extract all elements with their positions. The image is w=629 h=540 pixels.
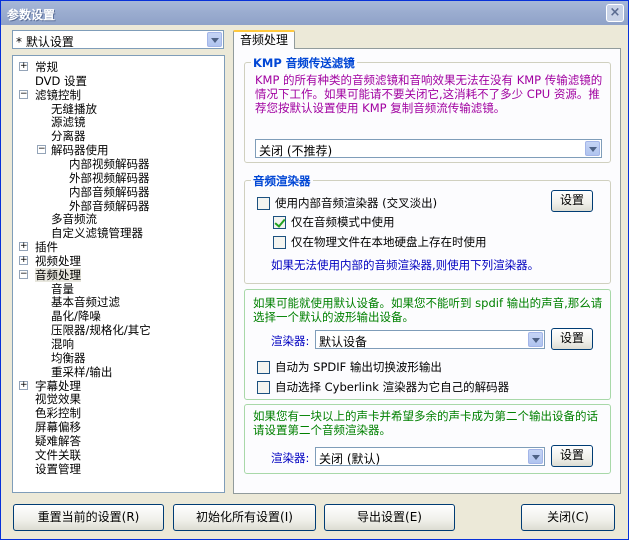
settings-tree[interactable]: + 常规 DVD 设置 − 滤镜控制 无缝播放 源滤镜 分离器 − 解码器使用 内部视频解码器 外部视…	[12, 55, 225, 493]
fallback-note: 如果无法使用内部的音频渲染器,则使用下列渲染器。	[271, 258, 540, 272]
tree-item-label: 字幕处理	[35, 378, 81, 393]
renderer-select-value: 默认设备	[319, 335, 368, 349]
renderer-label: 渲染器:	[271, 334, 310, 348]
tree-item-label: 内部视频解码器	[69, 156, 150, 171]
close-window-button[interactable]: ×	[606, 4, 624, 22]
kmp-filter-select[interactable]: 关闭 (不推荐)	[255, 139, 602, 158]
tree-item-label: 插件	[35, 240, 58, 255]
tree-item-label: 自定义滤镜管理器	[51, 226, 143, 241]
title-bar[interactable]: 参数设置 ×	[1, 1, 628, 25]
tree-item-label: 均衡器	[51, 350, 86, 365]
use-internal-renderer-checkbox[interactable]	[257, 197, 270, 210]
spdif-switch-checkbox[interactable]	[257, 361, 270, 374]
chevron-down-icon[interactable]	[528, 449, 543, 464]
tree-item-label: 设置管理	[35, 461, 81, 476]
init-all-button[interactable]: 初始化所有设置(I)	[173, 504, 316, 531]
tab-audio-processing[interactable]: 音频处理	[233, 30, 295, 49]
audio-renderer-group-title: 音频渲染器	[251, 173, 313, 189]
tree-item-label: 视频处理	[35, 253, 81, 268]
tree-item-label: 外部音频解码器	[69, 198, 150, 213]
kmp-filter-group-title: KMP 音频传送滤镜	[251, 55, 357, 71]
second-renderer-label: 渲染器:	[271, 451, 310, 465]
tree-item-label: 常规	[35, 60, 58, 74]
tree-item-label: 音频处理	[35, 267, 81, 282]
kmp-filter-group: KMP 音频传送滤镜 KMP 的所有种类的音频滤镜和音响效果无法在没有 KMP …	[244, 55, 611, 163]
audio-mode-only-label: 仅在音频模式中使用	[291, 215, 395, 229]
second-renderer-select[interactable]: 关闭 (默认)	[315, 447, 545, 466]
renderer-settings-button[interactable]: 设置	[551, 328, 593, 350]
cyberlink-auto-checkbox[interactable]	[257, 381, 270, 394]
settings-panel: KMP 音频传送滤镜 KMP 的所有种类的音频滤镜和音响效果无法在没有 KMP …	[233, 48, 621, 494]
expand-icon[interactable]: +	[19, 255, 28, 265]
second-renderer-select-value: 关闭 (默认)	[319, 452, 381, 466]
second-device-group: 如果您有一块以上的声卡并希望多余的声卡成为第二个输出设备的话请设置第二个音频渲染…	[244, 404, 611, 474]
spdif-switch-label: 自动为 SPDIF 输出切换波形输出	[275, 360, 442, 374]
use-internal-renderer-label: 使用内部音频渲染器 (交叉淡出)	[275, 196, 438, 210]
tree-item-label: 外部视频解码器	[69, 170, 150, 185]
export-settings-button[interactable]: 导出设置(E)	[324, 504, 455, 531]
cyberlink-auto-label: 自动选择 Cyberlink 渲染器为它自己的解码器	[275, 380, 510, 394]
reset-current-button[interactable]: 重置当前的设置(R)	[13, 504, 164, 531]
audio-renderer-group: 音频渲染器 使用内部音频渲染器 (交叉淡出) 设置 仅在音频模式中使用 仅在物理…	[244, 173, 611, 284]
tree-item-label: 无缝播放	[51, 101, 97, 116]
collapse-icon[interactable]: −	[19, 89, 28, 99]
tree-item-label: 混响	[51, 337, 74, 351]
internal-renderer-settings-button[interactable]: 设置	[551, 190, 593, 212]
local-file-only-checkbox[interactable]	[273, 236, 286, 249]
tree-item-label: 内部音频解码器	[69, 184, 150, 199]
tree-item-label: 晶化/降噪	[51, 309, 101, 324]
kmp-filter-select-value: 关闭 (不推荐)	[259, 144, 333, 158]
collapse-icon[interactable]: −	[37, 145, 46, 155]
tree-item-label: 滤镜控制	[35, 87, 81, 102]
default-device-group: 如果可能就使用默认设备。如果您不能听到 spdif 输出的声音,那么请选择一个默…	[244, 289, 611, 400]
second-renderer-settings-button[interactable]: 设置	[551, 445, 593, 467]
window-title: 参数设置	[7, 8, 56, 22]
tree-item-label: 基本音频过滤	[51, 295, 120, 310]
tree-item-label: 视觉效果	[35, 392, 81, 407]
tree-item-label: DVD 设置	[35, 73, 88, 88]
tree-item-label: 文件关联	[35, 447, 81, 462]
tree-item-label: 音量	[51, 281, 74, 296]
tree-item-label: 压限器/规格化/其它	[51, 323, 151, 338]
expand-icon[interactable]: +	[19, 62, 28, 71]
tree-item-label: 色彩控制	[35, 406, 81, 421]
chevron-down-icon[interactable]	[207, 32, 222, 47]
tree-item-label: 疑难解答	[35, 433, 81, 448]
second-device-note: 如果您有一块以上的声卡并希望多余的声卡成为第二个输出设备的话请设置第二个音频渲染…	[253, 409, 598, 437]
chevron-down-icon[interactable]	[528, 332, 543, 347]
tree-item-label: 屏幕偏移	[35, 420, 81, 435]
kmp-filter-description: KMP 的所有种类的音频滤镜和音响效果无法在没有 KMP 传输滤镜的情况下工作。…	[255, 73, 603, 115]
audio-mode-only-checkbox[interactable]	[273, 216, 286, 229]
chevron-down-icon[interactable]	[585, 141, 600, 156]
collapse-icon[interactable]: −	[19, 269, 28, 279]
tree-item-label: 分离器	[51, 129, 86, 144]
close-button[interactable]: 关闭(C)	[521, 504, 615, 531]
tree-item-label: 解码器使用	[51, 143, 109, 158]
expand-icon[interactable]: +	[19, 380, 28, 390]
tree-item-label: 多音频流	[51, 212, 97, 227]
tree-item-label: 源滤镜	[51, 115, 86, 130]
preset-select[interactable]: * 默认设置	[12, 30, 224, 49]
tree-item-label: 重采样/输出	[51, 364, 113, 379]
renderer-select[interactable]: 默认设备	[315, 330, 545, 349]
local-file-only-label: 仅在物理文件在本地硬盘上存在时使用	[291, 235, 487, 249]
preset-select-value: * 默认设置	[16, 35, 74, 49]
preferences-window: 参数设置 × * 默认设置 + 常规 DVD 设置 − 滤镜控制 无缝播放 源滤镜 分离器 − 解…	[0, 0, 629, 540]
expand-icon[interactable]: +	[19, 242, 28, 252]
default-device-note: 如果可能就使用默认设备。如果您不能听到 spdif 输出的声音,那么请选择一个默…	[253, 296, 603, 324]
